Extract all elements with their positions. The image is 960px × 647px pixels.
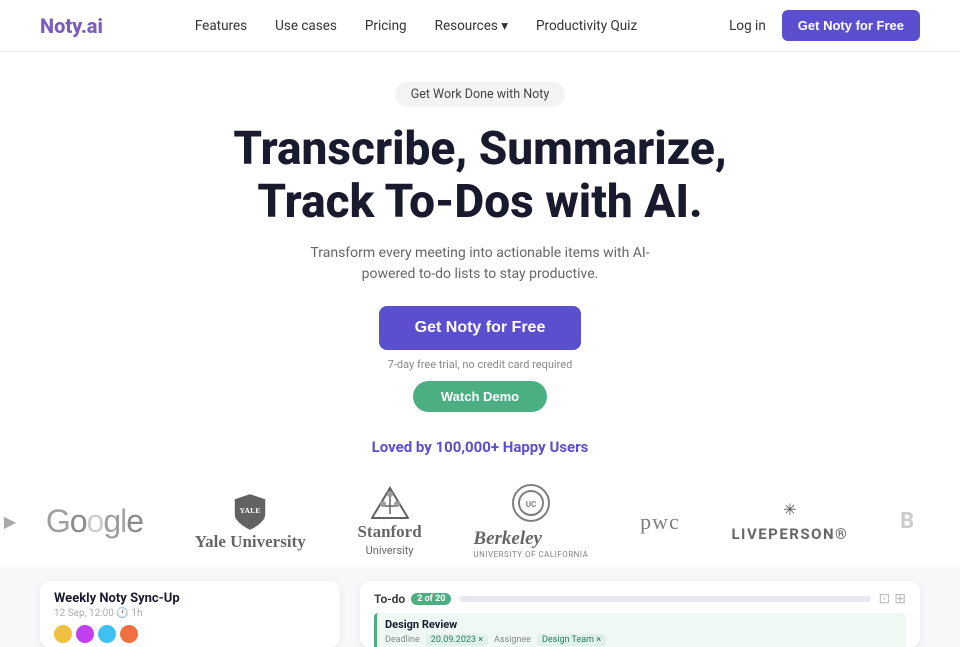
bottom-preview: Weekly Noty Sync-Up 12 Sep, 12:00 🕐 1h T… xyxy=(0,567,960,647)
stanford-sub: University xyxy=(366,544,414,557)
nav-right: Log in Get Noty for Free xyxy=(729,10,920,41)
stanford-name: Stanford xyxy=(357,522,421,542)
todo-label: To-do xyxy=(374,592,405,606)
svg-text:UC: UC xyxy=(526,500,537,509)
logo-next-partial: B xyxy=(900,509,914,534)
nav-usecases[interactable]: Use cases xyxy=(275,18,337,34)
scroll-left-arrow[interactable]: ▶ xyxy=(0,504,20,540)
design-review-meta: Deadline 20.09.2023 × Assignee Design Te… xyxy=(385,634,898,646)
nav-links: Features Use cases Pricing Resources ▾ P… xyxy=(195,18,637,34)
logo-stanford: Stanford University xyxy=(357,486,421,557)
hero-primary-button[interactable]: Get Noty for Free xyxy=(379,306,582,350)
berkeley-name: Berkeley xyxy=(473,528,588,550)
avatar xyxy=(76,625,94,643)
avatar xyxy=(54,625,72,643)
demo-button[interactable]: Watch Demo xyxy=(413,381,547,412)
svg-text:YALE: YALE xyxy=(240,506,261,515)
yale-shield-icon: YALE xyxy=(232,492,268,532)
meeting-preview-card: Weekly Noty Sync-Up 12 Sep, 12:00 🕐 1h xyxy=(40,581,340,647)
loved-section: Loved by 100,000+ Happy Users xyxy=(0,430,960,484)
navbar: Noty.ai Features Use cases Pricing Resou… xyxy=(0,0,960,52)
logos-strip: ▶ Google YALE Yale University Stanford U… xyxy=(0,484,960,559)
logo-google: Google xyxy=(46,503,143,540)
avatar xyxy=(98,625,116,643)
design-review-card: Design Review Deadline 20.09.2023 × Assi… xyxy=(374,613,906,647)
meeting-title: Weekly Noty Sync-Up xyxy=(54,591,326,606)
deadline-label: Deadline xyxy=(385,635,420,645)
berkeley-sub: UNIVERSITY OF CALIFORNIA xyxy=(473,550,588,559)
todo-preview-card: To-do 2 of 20 ⊡ ⊞ Design Review Deadline… xyxy=(360,581,920,647)
todo-progress-bar xyxy=(459,596,870,602)
meeting-meta: 12 Sep, 12:00 🕐 1h xyxy=(54,608,326,619)
share-icon[interactable]: ⊡ xyxy=(879,591,891,607)
expand-icon[interactable]: ⊞ xyxy=(894,591,906,607)
logo-yale: YALE Yale University xyxy=(195,492,306,552)
assignee-value: Design Team × xyxy=(537,634,606,646)
avatar xyxy=(120,625,138,643)
stanford-logo-icon xyxy=(371,486,409,520)
avatar-row xyxy=(54,625,326,643)
deadline-value: 20.09.2023 × xyxy=(426,634,488,646)
yale-name: Yale University xyxy=(195,532,306,552)
hero-section: Get Work Done with Noty Transcribe, Summ… xyxy=(0,52,960,430)
hero-badge: Get Work Done with Noty xyxy=(395,82,566,107)
liveperson-star-icon: ✳ xyxy=(783,500,796,519)
logo-pwc: pwc xyxy=(640,509,680,535)
design-review-title: Design Review xyxy=(385,618,898,631)
nav-features[interactable]: Features xyxy=(195,18,247,34)
liveperson-name: LIVEPERSON® xyxy=(731,525,848,543)
loved-title: Loved by 100,000+ Happy Users xyxy=(0,438,960,456)
logo[interactable]: Noty.ai xyxy=(40,14,103,38)
logo-berkeley: UC Berkeley UNIVERSITY OF CALIFORNIA xyxy=(473,484,588,559)
berkeley-circle-icon: UC xyxy=(512,484,550,522)
assignee-label: Assignee xyxy=(494,635,531,645)
nav-pricing[interactable]: Pricing xyxy=(365,18,407,34)
todo-header: To-do 2 of 20 ⊡ ⊞ xyxy=(374,591,906,607)
trial-text: 7-day free trial, no credit card require… xyxy=(20,358,940,371)
nav-resources[interactable]: Resources ▾ xyxy=(435,18,508,34)
todo-badge: 2 of 20 xyxy=(411,593,451,605)
nav-cta-button[interactable]: Get Noty for Free xyxy=(782,10,920,41)
logo-liveperson: ✳ LIVEPERSON® xyxy=(731,500,848,543)
nav-quiz[interactable]: Productivity Quiz xyxy=(536,18,637,34)
hero-subtext: Transform every meeting into actionable … xyxy=(310,243,650,286)
login-link[interactable]: Log in xyxy=(729,18,766,34)
hero-headline: Transcribe, Summarize, Track To-Dos with… xyxy=(20,123,940,229)
